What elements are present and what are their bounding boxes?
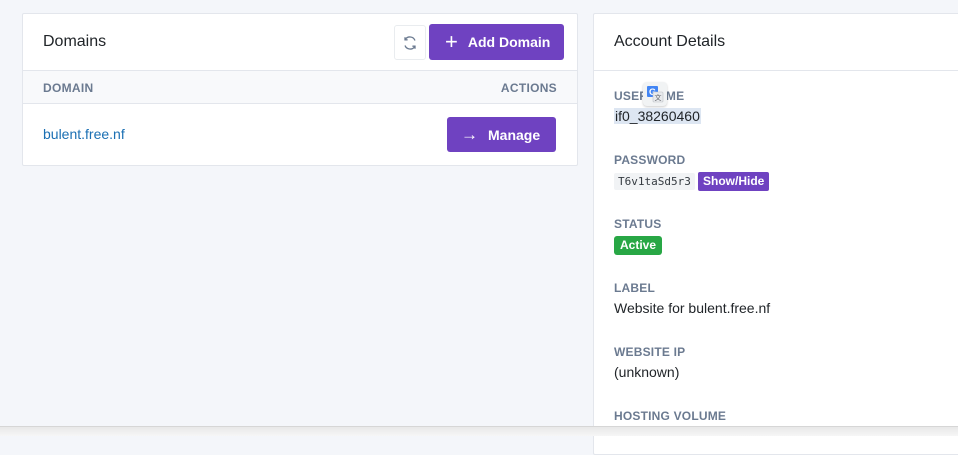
domains-card: Domains + Add Domain DOMAIN ACTIONS bule… <box>22 13 578 166</box>
domains-title: Domains <box>43 33 107 50</box>
account-details-title: Account Details <box>614 33 726 50</box>
hosting-volume-label: HOSTING VOLUME <box>614 409 727 423</box>
password-value: T6v1taSd5r3 <box>614 173 695 190</box>
arrow-right-icon: → <box>461 125 478 144</box>
refresh-icon <box>404 35 416 50</box>
column-header-domain: DOMAIN <box>43 81 94 95</box>
plus-icon: + <box>445 29 458 54</box>
password-label: PASSWORD <box>614 153 686 167</box>
refresh-button[interactable] <box>394 25 426 60</box>
add-domain-label: Add Domain <box>467 34 551 50</box>
manage-label: Manage <box>488 126 541 143</box>
account-details-card: Account Details USERNAME G 文 if0_3826046… <box>593 13 958 455</box>
add-domain-button[interactable]: + Add Domain <box>429 24 564 60</box>
domain-link[interactable]: bulent.free.nf <box>43 126 125 142</box>
manage-button[interactable]: → Manage <box>447 117 556 152</box>
column-header-actions: ACTIONS <box>500 81 557 95</box>
status-label: STATUS <box>614 217 662 231</box>
show-hide-button[interactable]: Show/Hide <box>698 172 770 191</box>
status-badge: Active <box>614 236 663 255</box>
username-value: if0_38260460 <box>614 108 701 124</box>
website-ip-value: (unknown) <box>614 364 680 380</box>
website-ip-label: WEBSITE IP <box>614 345 686 359</box>
label-label: LABEL <box>614 281 655 295</box>
domains-card-header: Domains + Add Domain <box>23 14 577 71</box>
svg-text:文: 文 <box>655 93 662 102</box>
label-value: Website for bulent.free.nf <box>614 300 771 316</box>
account-card-header: Account Details <box>594 14 958 71</box>
google-translate-icon[interactable]: G 文 <box>643 82 667 106</box>
table-header: DOMAIN ACTIONS <box>23 71 577 104</box>
